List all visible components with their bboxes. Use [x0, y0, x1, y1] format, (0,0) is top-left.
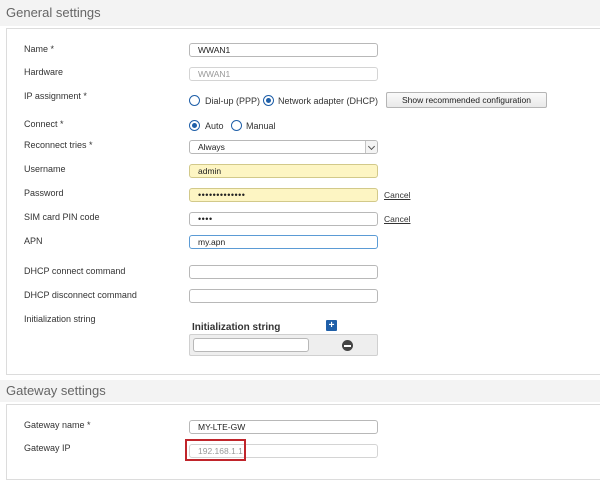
gateway-ip-label: Gateway IP	[24, 443, 71, 453]
remove-icon[interactable]	[342, 340, 353, 351]
gateway-name-label: Gateway name *	[24, 420, 91, 430]
reconnect-tries-label: Reconnect tries *	[24, 140, 93, 150]
reconnect-tries-value: Always	[198, 142, 225, 152]
reconnect-tries-select[interactable]: Always	[189, 140, 378, 154]
dhcp-disconnect-input[interactable]	[189, 289, 378, 303]
ip-network-adapter-radio[interactable]	[263, 95, 274, 106]
connect-manual-label[interactable]: Manual	[246, 121, 276, 131]
sim-pin-input[interactable]: ••••	[189, 212, 378, 226]
chevron-down-icon[interactable]	[365, 141, 377, 153]
gateway-ip-highlight	[185, 439, 246, 461]
connect-auto-label[interactable]: Auto	[205, 121, 224, 131]
ip-assignment-label: IP assignment *	[24, 91, 87, 101]
gateway-settings-panel	[6, 404, 600, 480]
connect-auto-radio[interactable]	[189, 120, 200, 131]
password-cancel-link[interactable]: Cancel	[384, 190, 410, 200]
init-string-input[interactable]	[193, 338, 309, 352]
sim-pin-cancel-link[interactable]: Cancel	[384, 214, 410, 224]
general-settings-header: General settings	[0, 0, 600, 26]
username-label: Username	[24, 164, 66, 174]
password-input[interactable]: •••••••••••••	[189, 188, 378, 202]
name-label: Name *	[24, 44, 55, 54]
hardware-input: WWAN1	[189, 67, 378, 81]
password-label: Password	[24, 188, 64, 198]
apn-label: APN	[24, 236, 43, 246]
init-string-table-header: Initialization string	[192, 322, 281, 333]
dhcp-connect-input[interactable]	[189, 265, 378, 279]
show-recommended-config-button[interactable]: Show recommended configuration	[386, 92, 547, 108]
gateway-name-input[interactable]: MY-LTE-GW	[189, 420, 378, 434]
hardware-label: Hardware	[24, 67, 64, 77]
init-string-label: Initialization string	[24, 314, 96, 324]
gateway-settings-title: Gateway settings	[6, 383, 106, 398]
name-input[interactable]: WWAN1	[189, 43, 378, 57]
dhcp-connect-label: DHCP connect command	[24, 266, 126, 276]
sim-pin-label: SIM card PIN code	[24, 212, 100, 222]
ip-network-adapter-label[interactable]: Network adapter (DHCP)	[278, 96, 378, 106]
gateway-settings-header: Gateway settings	[0, 380, 600, 402]
apn-input[interactable]: my.apn	[189, 235, 378, 249]
connect-manual-radio[interactable]	[231, 120, 242, 131]
dhcp-disconnect-label: DHCP disconnect command	[24, 290, 137, 300]
username-input[interactable]: admin	[189, 164, 378, 178]
ip-dialup-radio[interactable]	[189, 95, 200, 106]
ip-dialup-label[interactable]: Dial-up (PPP)	[205, 96, 260, 106]
add-icon[interactable]: +	[326, 320, 337, 331]
connect-label: Connect *	[24, 119, 64, 129]
general-settings-title: General settings	[6, 5, 101, 20]
